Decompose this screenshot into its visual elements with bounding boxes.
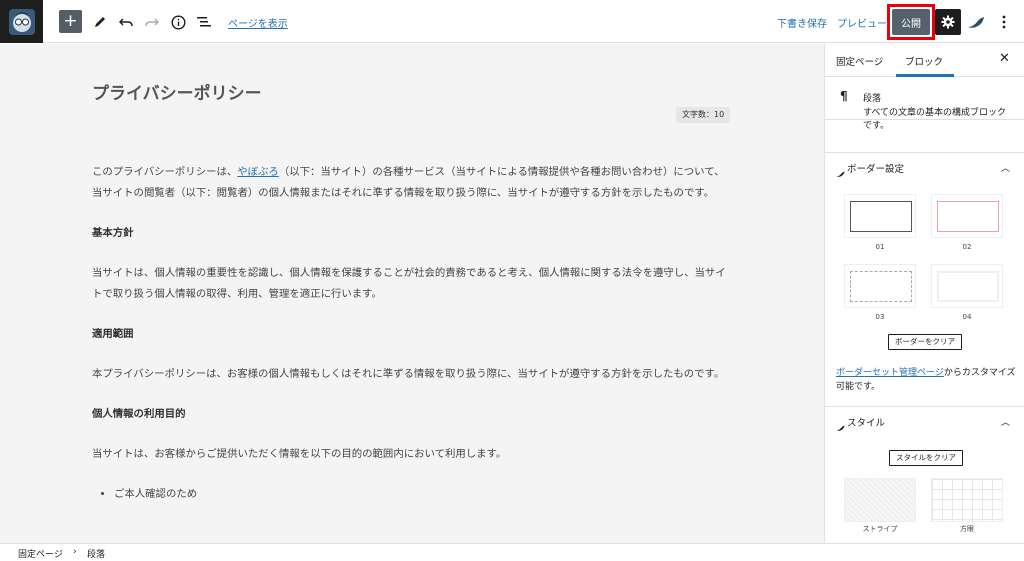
border-label-04: 04 — [962, 313, 972, 321]
intro-text-start: このプライバシーポリシーは、 — [92, 166, 238, 178]
block-breadcrumb: 固定ページ › 段落 — [0, 543, 1024, 561]
border-panel-title: ボーダー設定 — [847, 164, 905, 175]
style-label-grid: 方眼 — [960, 525, 974, 533]
border-style-03[interactable] — [844, 264, 916, 308]
preview-button[interactable]: プレビュー — [837, 15, 887, 30]
swell-logo-icon — [836, 163, 845, 182]
undo-icon[interactable] — [114, 10, 138, 34]
list-view-icon[interactable] — [192, 10, 216, 34]
border-set-manage-link[interactable]: ボーダーセット管理ページ — [836, 368, 944, 378]
customize-note: ボーダーセット管理ページからカスタマイズ可能です。 — [836, 366, 1016, 394]
border-label-02: 02 — [962, 243, 972, 251]
border-label-03: 03 — [875, 313, 885, 321]
settings-sidebar: 固定ページ ブロック ✕ ¶ 段落 すべての文章の基本の構成ブロックです。 ボー… — [824, 44, 1024, 543]
border-preview — [850, 201, 912, 232]
block-name: 段落 — [863, 94, 882, 104]
border-style-01[interactable] — [844, 194, 916, 238]
border-preview — [937, 201, 999, 232]
border-style-02[interactable] — [931, 194, 1003, 238]
editor-toolbar: + ページを表示 下書き保存 プレビュー 公開 — [0, 0, 1024, 43]
purpose-list: ご本人確認のため — [114, 484, 732, 505]
clear-border-button[interactable]: ボーダーをクリア — [888, 334, 962, 350]
style-grid[interactable] — [931, 478, 1003, 522]
border-preview — [850, 271, 912, 302]
redo-icon[interactable] — [140, 10, 164, 34]
chevron-up-icon[interactable]: ︿ — [1001, 161, 1010, 174]
paragraph-purpose[interactable]: 当サイトは、お客様からご提供いただく情報を以下の目的の範囲内において利用します。 — [92, 444, 732, 465]
paragraph-intro[interactable]: このプライバシーポリシーは、やぼぶろ（以下：当サイト）の各種サービス（当サイトに… — [92, 162, 732, 204]
heading-purpose[interactable]: 個人情報の利用目的 — [92, 404, 732, 425]
details-info-icon[interactable] — [166, 10, 190, 34]
paragraph-scope[interactable]: 本プライバシーポリシーは、お客様の個人情報もしくはそれに準ずる情報を取り扱う際に… — [92, 364, 732, 385]
border-label-01: 01 — [875, 243, 885, 251]
post-content: このプライバシーポリシーは、やぼぶろ（以下：当サイト）の各種サービス（当サイトに… — [92, 162, 732, 505]
post-title[interactable]: プライバシーポリシー — [92, 79, 262, 104]
add-block-button[interactable]: + — [59, 10, 82, 33]
heading-scope[interactable]: 適用範囲 — [92, 324, 732, 345]
editor-canvas: プライバシーポリシー 文字数：10 このプライバシーポリシーは、やぼぶろ（以下：… — [0, 44, 824, 543]
heading-basic-policy[interactable]: 基本方針 — [92, 223, 732, 244]
border-preview — [937, 271, 999, 302]
paragraph-icon: ¶ — [840, 89, 848, 103]
word-count-badge: 文字数：10 — [676, 107, 731, 123]
swell-logo-icon — [836, 417, 845, 436]
style-panel-title: スタイル — [847, 418, 886, 429]
border-panel-header[interactable]: ボーダー設定 ︿ — [825, 152, 1024, 182]
paragraph-basic-policy[interactable]: 当サイトは、個人情報の重要性を認識し、個人情報を保護することが社会的責務であると… — [92, 263, 732, 305]
chevron-up-icon[interactable]: ︿ — [1001, 415, 1010, 428]
breadcrumb-paragraph[interactable]: 段落 — [87, 547, 105, 560]
site-logo-icon[interactable] — [0, 0, 43, 43]
swell-logo-icon[interactable] — [964, 10, 988, 34]
site-name-link[interactable]: やぼぶろ — [237, 166, 279, 178]
more-options-icon[interactable] — [994, 10, 1014, 34]
edit-tool-pencil-icon[interactable] — [88, 10, 112, 34]
style-stripe[interactable] — [844, 478, 916, 522]
border-style-04[interactable] — [931, 264, 1003, 308]
publish-button[interactable]: 公開 — [892, 9, 930, 35]
style-panel-header[interactable]: スタイル ︿ — [825, 406, 1024, 436]
clear-style-button[interactable]: スタイルをクリア — [889, 450, 963, 466]
style-label-stripe: ストライプ — [862, 525, 898, 533]
view-page-link[interactable]: ページを表示 — [228, 15, 288, 30]
block-description: すべての文章の基本の構成ブロックです。 — [863, 108, 1007, 131]
list-item[interactable]: ご本人確認のため — [114, 484, 732, 505]
save-draft-button[interactable]: 下書き保存 — [777, 15, 827, 30]
breadcrumb-page[interactable]: 固定ページ — [18, 547, 63, 560]
breadcrumb-separator: › — [73, 547, 77, 557]
settings-gear-icon[interactable] — [935, 9, 961, 35]
